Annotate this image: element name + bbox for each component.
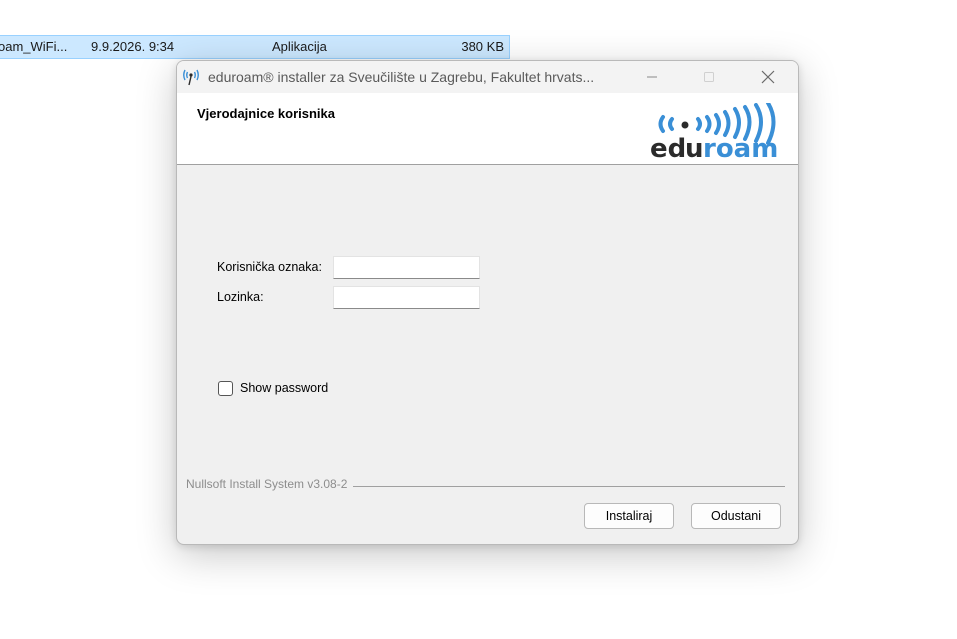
installer-window: eduroam® installer za Sveučilište u Zagr… <box>176 60 799 545</box>
branding-text: Nullsoft Install System v3.08-2 <box>186 477 354 491</box>
maximize-button <box>686 61 732 93</box>
close-icon <box>761 70 775 84</box>
page-title: Vjerodajnice korisnika <box>197 106 336 121</box>
logo-text-ed: ed <box>650 134 686 159</box>
eduroam-antenna-icon <box>183 69 199 86</box>
file-size: 380 KB <box>461 39 504 54</box>
minimize-icon <box>647 76 657 78</box>
password-field[interactable] <box>333 286 480 309</box>
password-label: Lozinka: <box>217 290 264 304</box>
install-button[interactable]: Instaliraj <box>584 503 674 529</box>
minimize-button[interactable] <box>629 61 675 93</box>
maximize-icon <box>704 72 714 82</box>
logo-text-roam: roam <box>703 134 778 159</box>
header-panel: Vjerodajnice korisnika ed u roam <box>177 93 798 165</box>
file-list-row-selected[interactable]: oam_WiFi... 9.9.2026. 9:34 Aplikacija 38… <box>0 35 510 59</box>
file-type: Aplikacija <box>272 39 327 54</box>
title-bar[interactable]: eduroam® installer za Sveučilište u Zagr… <box>177 61 798 93</box>
eduroam-logo: ed u roam <box>650 103 778 159</box>
logo-text-u: u <box>685 134 704 159</box>
window-title: eduroam® installer za Sveučilište u Zagr… <box>208 69 595 85</box>
username-label: Korisnička oznaka: <box>217 260 322 274</box>
show-password-label[interactable]: Show password <box>240 381 328 395</box>
file-name: oam_WiFi... <box>0 39 68 54</box>
file-date: 9.9.2026. 9:34 <box>91 39 175 54</box>
close-button[interactable] <box>745 61 791 93</box>
cancel-button[interactable]: Odustani <box>691 503 781 529</box>
username-field[interactable] <box>333 256 480 279</box>
show-password-checkbox[interactable] <box>218 381 233 396</box>
